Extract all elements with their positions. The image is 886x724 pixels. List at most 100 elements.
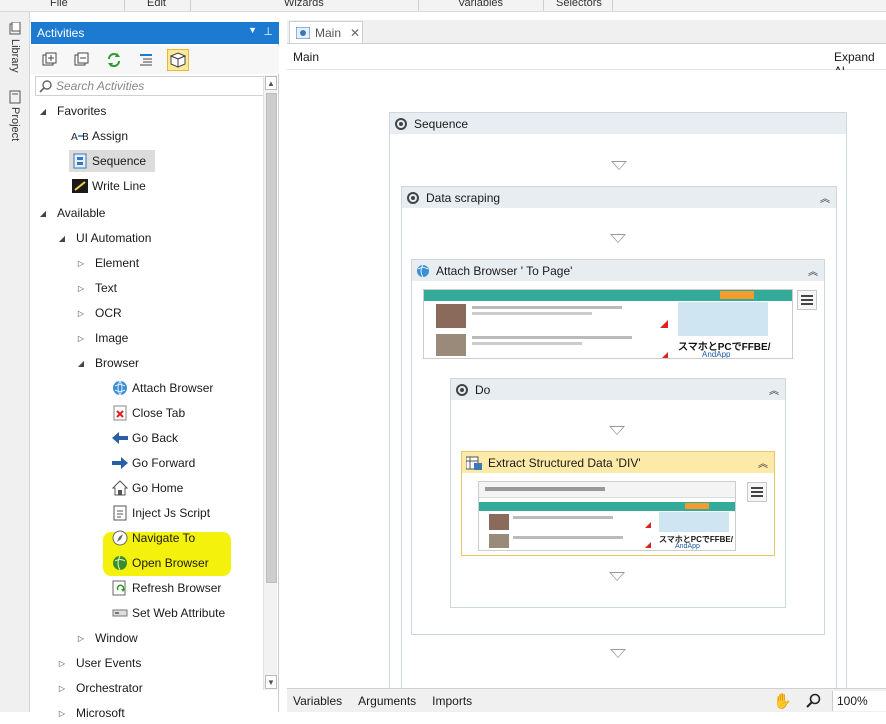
- collapsed-arrow-icon[interactable]: ▷: [75, 634, 87, 643]
- data-scraping-activity[interactable]: Data scraping ︽ Attach Browser ' To Page…: [401, 186, 837, 692]
- search-box[interactable]: [35, 76, 275, 96]
- drop-target-icon[interactable]: [609, 426, 625, 435]
- ribbon-group-variables[interactable]: Variables: [458, 0, 503, 9]
- do-header: Do ︽: [451, 379, 785, 400]
- tree-node-microsoft[interactable]: ▷ Microsoft: [56, 702, 125, 724]
- expanded-arrow-icon[interactable]: ◢: [37, 107, 49, 116]
- drop-target-icon[interactable]: [611, 161, 627, 170]
- tree-item-go-back[interactable]: Go Back: [111, 427, 178, 449]
- expanded-arrow-icon[interactable]: ◢: [75, 359, 87, 368]
- collapsed-arrow-icon[interactable]: ▷: [75, 284, 87, 293]
- collapsed-arrow-icon[interactable]: ▷: [75, 309, 87, 318]
- collapse-all-button[interactable]: [71, 49, 93, 71]
- tree-item-sequence[interactable]: Sequence: [69, 150, 155, 172]
- tree-item-inject-js-script[interactable]: Inject Js Script: [111, 502, 210, 524]
- pin-icon[interactable]: ⊥: [263, 25, 273, 38]
- sequence-icon: [71, 153, 89, 169]
- tree-node-browser[interactable]: ◢ Browser: [75, 352, 139, 374]
- tree-item-open-browser[interactable]: Open Browser: [111, 552, 209, 574]
- tree-item-write-line[interactable]: Write Line: [71, 175, 146, 197]
- tree-node-element[interactable]: ▷ Element: [75, 252, 139, 274]
- tree-item-set-web-attribute[interactable]: Set Web Attribute: [111, 602, 225, 624]
- collapse-icon[interactable]: ︽: [820, 190, 830, 205]
- expand-all-icon: [42, 52, 57, 66]
- collapsed-arrow-icon[interactable]: ▷: [75, 334, 87, 343]
- tree-node-window[interactable]: ▷ Window: [75, 627, 138, 649]
- collapsed-arrow-icon[interactable]: ▷: [56, 684, 68, 693]
- list-view-button[interactable]: [135, 49, 157, 71]
- tab-main[interactable]: Main ✕: [289, 21, 363, 43]
- svg-text:A: A: [71, 132, 78, 142]
- attach-browser-activity[interactable]: Attach Browser ' To Page' ︽ スマホとPCでFFBE/…: [411, 259, 825, 635]
- menu-button[interactable]: [797, 290, 817, 310]
- breadcrumb[interactable]: Main: [293, 50, 319, 64]
- library-icon: [9, 22, 21, 35]
- expand-all-button[interactable]: [39, 49, 61, 71]
- ribbon-group-file[interactable]: File: [50, 0, 68, 9]
- rail-tab-label: Project: [9, 107, 21, 142]
- script-icon: [111, 505, 129, 521]
- tree-item-close-tab[interactable]: Close Tab: [111, 402, 185, 424]
- globe-icon: [111, 380, 129, 396]
- chevron-down-icon[interactable]: ▼: [248, 25, 257, 35]
- activities-title: Activities: [37, 26, 85, 40]
- expanded-arrow-icon[interactable]: ◢: [37, 209, 49, 218]
- vertical-scrollbar[interactable]: ▲ ▼: [263, 75, 277, 690]
- scroll-down-icon[interactable]: ▼: [265, 675, 277, 689]
- tree-node-favorites[interactable]: ◢ Favorites: [37, 100, 106, 122]
- do-activity[interactable]: Do ︽ Extract Structured Data 'DIV' ︽ スマホ…: [450, 378, 786, 608]
- zoom-level[interactable]: 100%: [832, 691, 886, 711]
- tree-item-go-home[interactable]: Go Home: [111, 477, 183, 499]
- tree-node-ui-automation[interactable]: ◢ UI Automation: [56, 227, 151, 249]
- browser-screenshot-preview: スマホとPCでFFBE/ AndApp: [423, 289, 793, 359]
- activity-title: Extract Structured Data 'DIV': [488, 455, 641, 470]
- ribbon-group-wizards[interactable]: Wizards: [284, 0, 324, 9]
- tree-item-assign[interactable]: A B Assign: [71, 125, 128, 147]
- available-filter-button[interactable]: [167, 49, 189, 71]
- ribbon-group-selectors[interactable]: Selectors: [556, 0, 602, 9]
- tree-item-go-forward[interactable]: Go Forward: [111, 452, 195, 474]
- menu-button[interactable]: [747, 482, 767, 502]
- tree-item-refresh-browser[interactable]: Refresh Browser: [111, 577, 221, 599]
- data-scraping-header: Data scraping ︽: [402, 187, 836, 208]
- zoom-icon[interactable]: [806, 693, 822, 709]
- ribbon-group-edit[interactable]: Edit: [147, 0, 166, 9]
- collapse-icon[interactable]: ︽: [758, 455, 768, 470]
- close-icon[interactable]: ✕: [350, 26, 360, 40]
- tree-node-user-events[interactable]: ▷ User Events: [56, 652, 141, 674]
- designer-canvas[interactable]: Sequence Data scraping ︽ Attach Browser …: [287, 70, 886, 692]
- collapsed-arrow-icon[interactable]: ▷: [75, 259, 87, 268]
- rail-tab-project[interactable]: Project: [4, 90, 26, 141]
- tree-node-ocr[interactable]: ▷ OCR: [75, 302, 122, 324]
- scrollbar-thumb[interactable]: [266, 93, 277, 583]
- extract-structured-data-activity[interactable]: Extract Structured Data 'DIV' ︽ スマホとPCでF…: [461, 451, 775, 556]
- tree-item-navigate-to[interactable]: Navigate To: [111, 527, 195, 549]
- drop-target-icon[interactable]: [610, 649, 626, 658]
- drop-target-icon[interactable]: [610, 234, 626, 243]
- hand-pan-icon[interactable]: ✋: [773, 692, 792, 710]
- refresh-button[interactable]: [103, 49, 125, 71]
- collapsed-arrow-icon[interactable]: ▷: [56, 659, 68, 668]
- collapsed-arrow-icon[interactable]: ▷: [56, 709, 68, 718]
- ribbon: File Edit Wizards Variables Selectors: [0, 0, 886, 12]
- preview-brand-text: AndApp: [702, 350, 731, 359]
- arguments-tab[interactable]: Arguments: [358, 694, 416, 708]
- tree-node-orchestrator[interactable]: ▷ Orchestrator: [56, 677, 143, 699]
- ribbon-separator: [124, 0, 125, 11]
- tree-node-text[interactable]: ▷ Text: [75, 277, 117, 299]
- tree-node-image[interactable]: ▷ Image: [75, 327, 128, 349]
- refresh-page-icon: [111, 580, 129, 596]
- expanded-arrow-icon[interactable]: ◢: [56, 234, 68, 243]
- tree-node-available[interactable]: ◢ Available: [37, 202, 106, 224]
- rail-tab-library[interactable]: Library: [4, 22, 26, 73]
- sequence-activity[interactable]: Sequence Data scraping ︽ Attach Browser …: [389, 112, 847, 692]
- drop-target-icon[interactable]: [609, 572, 625, 581]
- collapse-icon[interactable]: ︽: [769, 382, 779, 397]
- imports-tab[interactable]: Imports: [432, 694, 472, 708]
- search-input[interactable]: [56, 79, 266, 93]
- collapse-icon[interactable]: ︽: [808, 263, 818, 278]
- scroll-up-icon[interactable]: ▲: [265, 76, 277, 90]
- tree-item-attach-browser[interactable]: Attach Browser: [111, 377, 213, 399]
- close-tab-icon: [111, 405, 129, 421]
- variables-tab[interactable]: Variables: [293, 694, 342, 708]
